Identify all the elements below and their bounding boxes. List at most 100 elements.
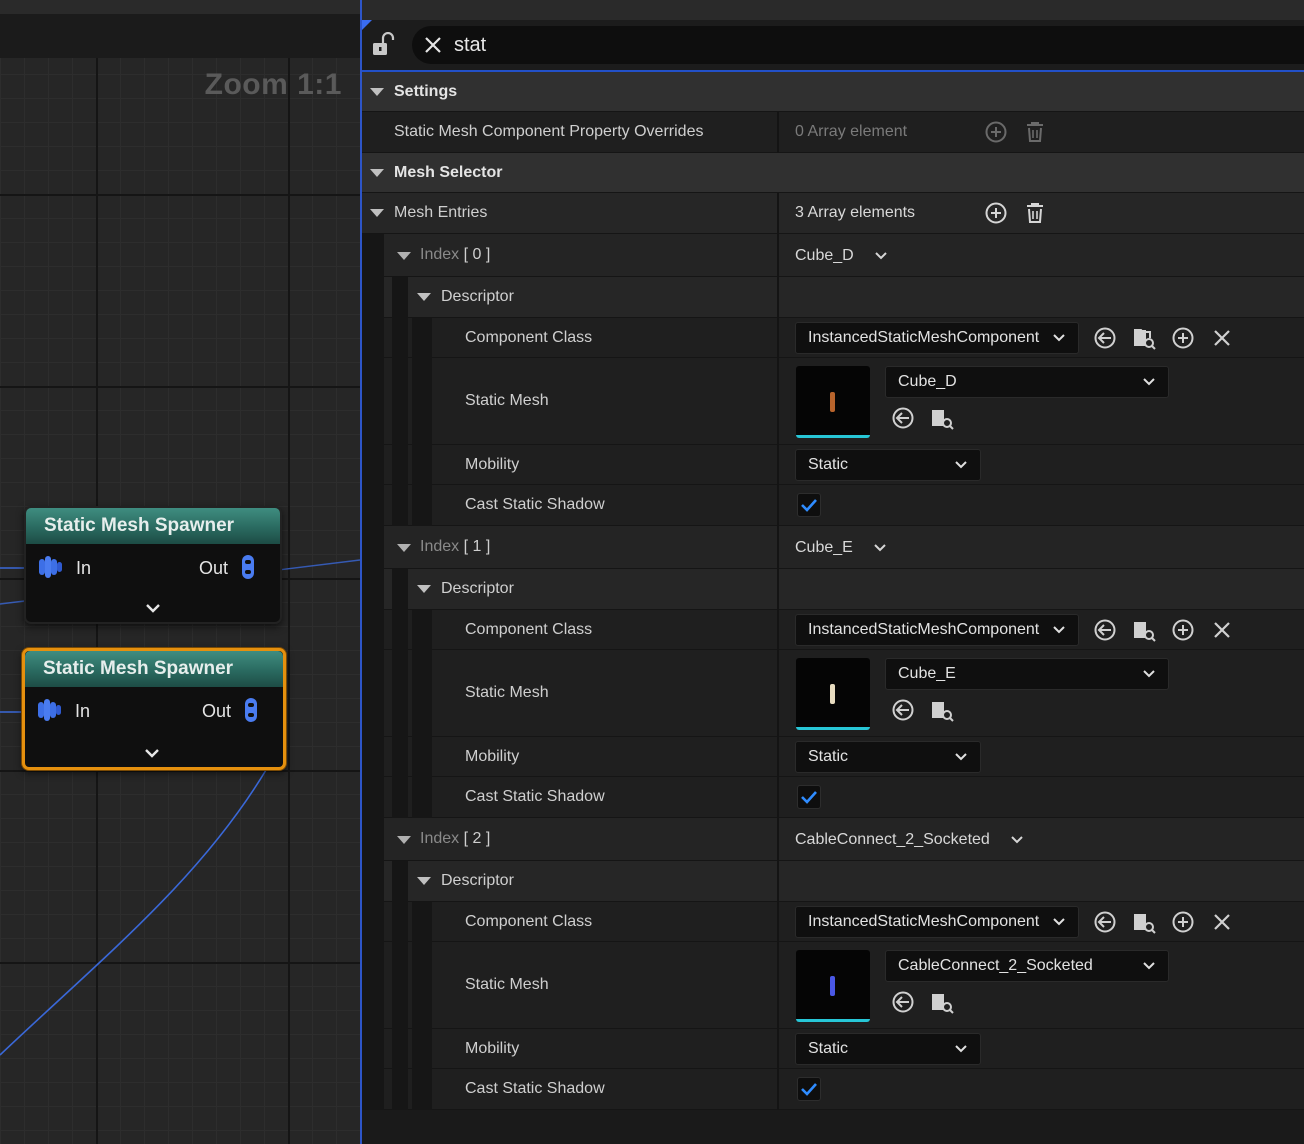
mobility-dropdown[interactable]: Static: [795, 741, 981, 773]
chevron-down-icon[interactable]: [144, 602, 162, 616]
entry-dropdown[interactable]: CableConnect_2_Socketed: [795, 818, 1024, 861]
in-pin-icon[interactable]: [38, 553, 64, 581]
out-pin-icon[interactable]: [239, 696, 265, 724]
use-selected-icon[interactable]: [1093, 910, 1117, 934]
caret-down-icon[interactable]: [416, 291, 432, 303]
column-divider[interactable]: [777, 485, 779, 526]
unlock-icon[interactable]: [370, 32, 396, 58]
use-selected-icon[interactable]: [1093, 618, 1117, 642]
static-mesh-dropdown[interactable]: CableConnect_2_Socketed: [885, 950, 1169, 982]
row-static-mesh: Static Mesh Cube_E: [362, 650, 1304, 737]
out-pin-icon[interactable]: [236, 553, 262, 581]
column-divider[interactable]: [777, 193, 779, 234]
add-icon[interactable]: [1171, 910, 1195, 934]
row-index-2[interactable]: Index [ 2 ] CableConnect_2_Socketed: [362, 818, 1304, 861]
column-divider[interactable]: [777, 445, 779, 485]
in-pin-icon[interactable]: [37, 696, 63, 724]
search-query[interactable]: stat: [454, 34, 486, 57]
column-divider[interactable]: [777, 818, 779, 861]
browse-folder-icon[interactable]: [1132, 618, 1156, 642]
column-divider[interactable]: [777, 942, 779, 1029]
search-input[interactable]: stat: [412, 26, 1304, 64]
column-divider[interactable]: [777, 650, 779, 737]
graph-canvas[interactable]: Zoom 1:1 Static Mesh Spawner In Out Stat…: [0, 0, 360, 1144]
caret-down-icon[interactable]: [396, 250, 412, 262]
trash-icon[interactable]: [1023, 120, 1047, 144]
add-element-icon[interactable]: [984, 120, 1008, 144]
use-selected-icon[interactable]: [891, 990, 915, 1014]
category-settings[interactable]: Settings: [362, 72, 1304, 112]
static-mesh-dropdown[interactable]: Cube_D: [885, 366, 1169, 398]
caret-down-icon[interactable]: [396, 542, 412, 554]
row-static-mesh: Static Mesh CableConnect_2_Socketed: [362, 942, 1304, 1029]
in-pin-label: In: [76, 558, 92, 578]
browse-folder-icon[interactable]: [930, 406, 954, 430]
add-element-icon[interactable]: [984, 201, 1008, 225]
component-class-dropdown[interactable]: InstancedStaticMeshComponent: [795, 614, 1079, 646]
component-class-dropdown[interactable]: InstancedStaticMeshComponent: [795, 906, 1079, 938]
cast-shadow-checkbox[interactable]: [797, 1077, 821, 1101]
caret-down-icon[interactable]: [369, 86, 385, 98]
cast-shadow-checkbox[interactable]: [797, 785, 821, 809]
mesh-thumbnail[interactable]: [796, 366, 870, 438]
category-mesh-selector[interactable]: Mesh Selector: [362, 153, 1304, 193]
row-descriptor[interactable]: Descriptor: [362, 861, 1304, 902]
entry-dropdown[interactable]: Cube_D: [795, 234, 888, 277]
column-divider[interactable]: [777, 112, 779, 153]
static-mesh-spawner-node[interactable]: Static Mesh Spawner In Out: [24, 506, 282, 624]
caret-down-icon[interactable]: [396, 834, 412, 846]
column-divider[interactable]: [777, 526, 779, 569]
chevron-down-icon: [955, 1045, 967, 1053]
column-divider[interactable]: [777, 737, 779, 777]
row-descriptor[interactable]: Descriptor: [362, 569, 1304, 610]
row-index-1[interactable]: Index [ 1 ] Cube_E: [362, 526, 1304, 569]
mesh-thumbnail[interactable]: [796, 658, 870, 730]
column-divider[interactable]: [777, 318, 779, 358]
component-class-dropdown[interactable]: InstancedStaticMeshComponent: [795, 322, 1079, 354]
clear-icon[interactable]: [1210, 910, 1234, 934]
caret-down-icon[interactable]: [369, 207, 385, 219]
entry-dropdown[interactable]: Cube_E: [795, 526, 887, 569]
clear-icon[interactable]: [1210, 618, 1234, 642]
use-selected-icon[interactable]: [891, 698, 915, 722]
column-divider[interactable]: [777, 358, 779, 445]
caret-down-icon[interactable]: [416, 583, 432, 595]
column-divider[interactable]: [777, 277, 779, 318]
mesh-thumbnail[interactable]: [796, 950, 870, 1022]
out-pin-label: Out: [198, 558, 228, 578]
row-mesh-entries[interactable]: Mesh Entries 3 Array elements: [362, 193, 1304, 234]
column-divider[interactable]: [777, 1029, 779, 1069]
chevron-down-icon[interactable]: [143, 747, 161, 761]
column-divider[interactable]: [777, 902, 779, 942]
static-mesh-dropdown[interactable]: Cube_E: [885, 658, 1169, 690]
row-descriptor[interactable]: Descriptor: [362, 277, 1304, 318]
mobility-dropdown[interactable]: Static: [795, 1033, 981, 1065]
close-icon[interactable]: [422, 34, 444, 56]
static-mesh-spawner-node-selected[interactable]: Static Mesh Spawner In Out: [22, 648, 286, 770]
browse-folder-icon[interactable]: [1132, 910, 1156, 934]
use-selected-icon[interactable]: [891, 406, 915, 430]
add-icon[interactable]: [1171, 326, 1195, 350]
caret-down-icon[interactable]: [416, 875, 432, 887]
browse-folder-icon[interactable]: [930, 698, 954, 722]
row-index-0[interactable]: Index [ 0 ] Cube_D: [362, 234, 1304, 277]
column-divider[interactable]: [777, 569, 779, 610]
column-divider[interactable]: [777, 777, 779, 818]
property-list: Settings Static Mesh Component Property …: [362, 72, 1304, 1110]
mobility-dropdown[interactable]: Static: [795, 449, 981, 481]
trash-icon[interactable]: [1023, 201, 1047, 225]
caret-down-icon[interactable]: [369, 167, 385, 179]
column-divider[interactable]: [777, 861, 779, 902]
add-icon[interactable]: [1171, 618, 1195, 642]
browse-folder-icon[interactable]: [930, 990, 954, 1014]
chevron-down-icon: [1053, 626, 1065, 634]
details-panel: stat Settings Static Mesh Component Prop…: [360, 0, 1304, 1144]
column-divider[interactable]: [777, 234, 779, 277]
browse-folder-icon[interactable]: [1132, 326, 1156, 350]
use-selected-icon[interactable]: [1093, 326, 1117, 350]
clear-icon[interactable]: [1210, 326, 1234, 350]
chevron-down-icon: [1143, 670, 1155, 678]
cast-shadow-checkbox[interactable]: [797, 493, 821, 517]
column-divider[interactable]: [777, 1069, 779, 1110]
column-divider[interactable]: [777, 610, 779, 650]
